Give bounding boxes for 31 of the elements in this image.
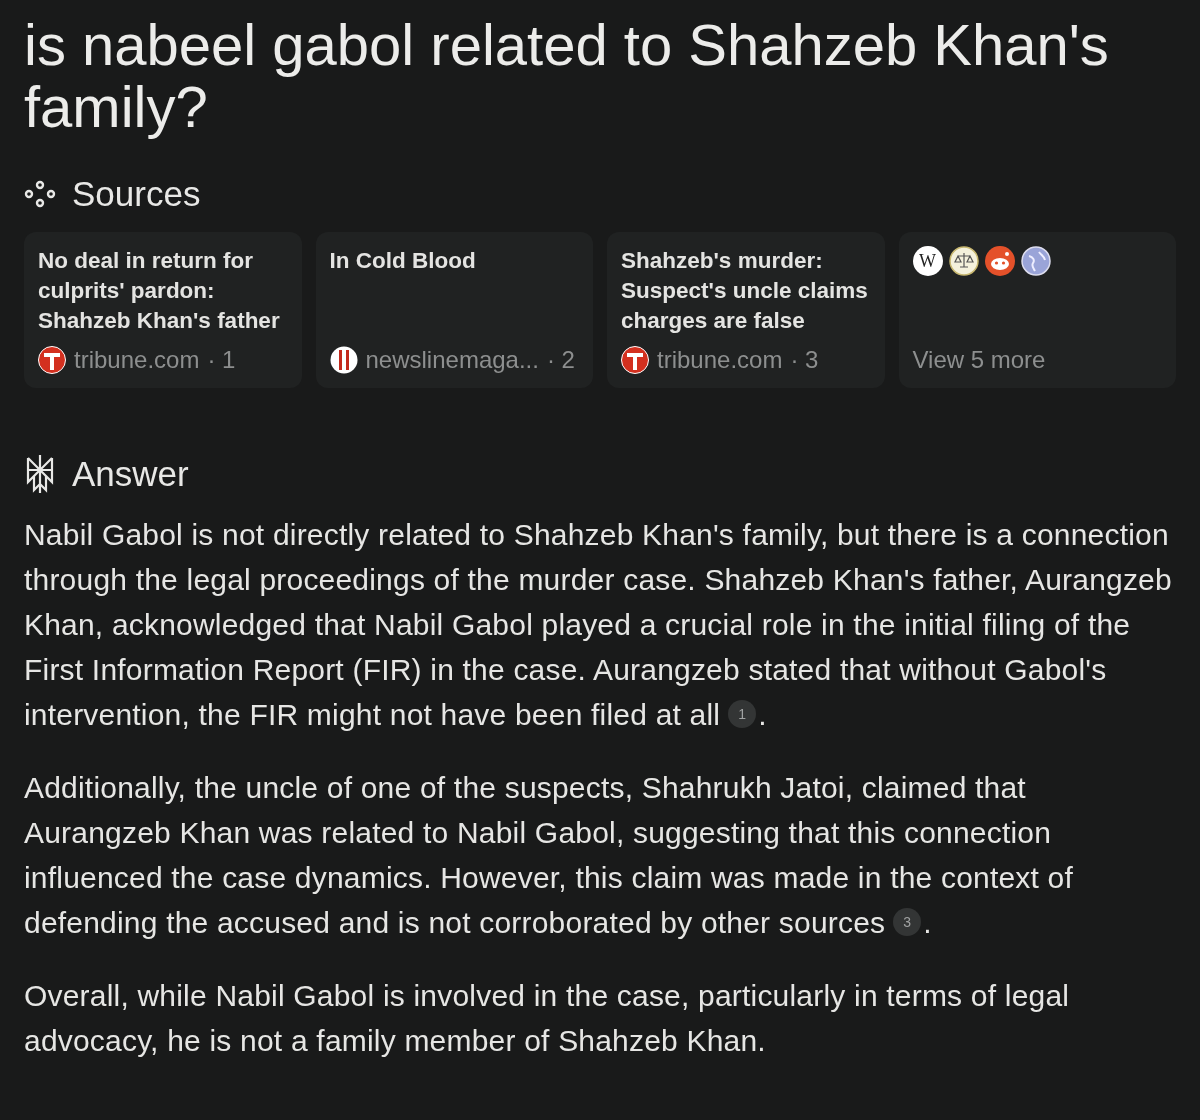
answer-heading: Answer <box>72 454 189 494</box>
source-title: In Cold Blood <box>329 247 477 275</box>
citation-badge[interactable]: 3 <box>893 908 922 936</box>
citation-badge[interactable]: 1 <box>728 700 757 728</box>
answer-paragraph: Additionally, the uncle of one of the suspects, Shahrukh Jatoi, claimed that Aurangzeb Khan was related to Nabil Gabol, suggesting that this connection influenced the case dynamics. However, this claim was made in the context of defending the accused and is not corroborated by other sources 3 . <box>24 770 1075 941</box>
question-title: is nabeel gabol related to Shahzeb Khan's family? <box>24 14 1110 138</box>
scales-icon <box>948 246 979 276</box>
newsline-logo-icon <box>329 346 358 374</box>
view-more-label: View 5 more <box>912 346 1047 374</box>
tribune-logo-icon <box>621 346 649 374</box>
globe-icon <box>1020 246 1051 276</box>
source-card[interactable]: Shahzeb's murder: Suspect's uncle claims charges are false tribune.com · 3 <box>607 232 885 388</box>
wikipedia-favicon: W <box>912 246 943 276</box>
answer-logo-icon <box>24 454 56 494</box>
source-site: tribune.com <box>657 346 783 374</box>
source-card[interactable]: No deal in return for culprits' pardon: Shahzeb Khan's father tribune.com · 1 <box>24 232 302 388</box>
source-number: · 3 <box>790 346 819 374</box>
sources-icon <box>24 180 56 208</box>
source-number: · 2 <box>546 346 575 374</box>
source-number: · 1 <box>207 346 236 374</box>
source-site: tribune.com <box>74 346 200 374</box>
reddit-alien-icon <box>984 246 1015 276</box>
source-title: Shahzeb's murder: Suspect's uncle claims charges are false <box>621 247 869 335</box>
sources-heading: Sources <box>72 174 201 214</box>
tribune-logo-icon <box>38 346 66 374</box>
answer-paragraph: Overall, while Nabil Gabol is involved in the case, particularly in terms of legal advocacy, he is not a family member of Shahzeb Khan. <box>24 978 1071 1059</box>
view-more-card[interactable]: W View 5 more <box>898 232 1176 388</box>
answer-paragraph: Nabil Gabol is not directly related to Shahzeb Khan's family, but there is a connection through the legal proceedings of the murder case. Shahzeb Khan's father, Aurangzeb Khan, acknowledged that Nabil Gabol played a crucial role in the initial filing of the First Information Report (FIR) in the case. Aurangzeb stated that without Gabol's intervention, the FIR might not have been filed at all 1 . <box>24 517 1173 733</box>
source-site: newslinemaga... <box>365 346 539 374</box>
source-card[interactable]: In Cold Blood newslinemaga... · 2 <box>315 232 593 388</box>
source-title: No deal in return for culprits' pardon: Shahzeb Khan's father <box>38 247 281 335</box>
